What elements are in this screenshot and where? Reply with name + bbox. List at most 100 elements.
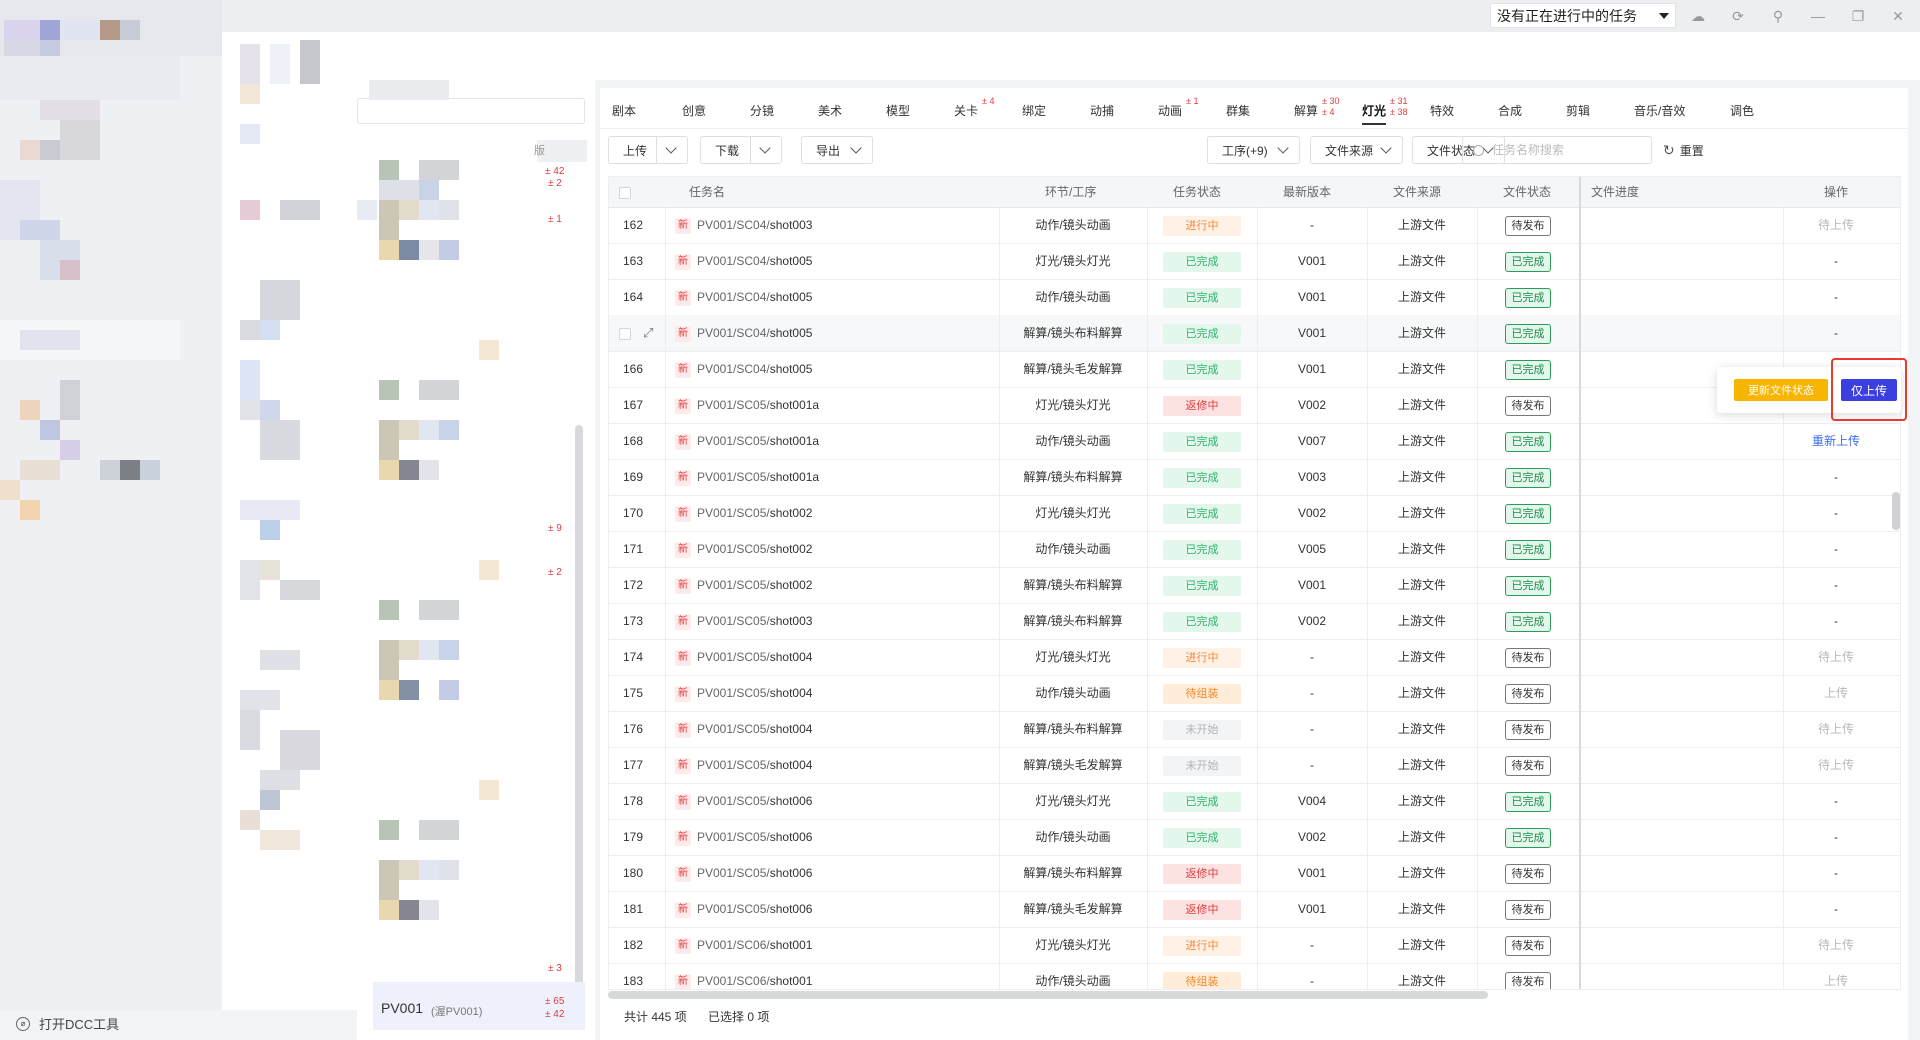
tree-scrollbar[interactable] (575, 425, 583, 1025)
table-row[interactable]: 173 新 PV001/SC05/shot003 解算/镜头布料解算 已完成 V002 上游… (609, 603, 1900, 640)
tab-5[interactable]: 关卡 ± 4 (954, 96, 994, 119)
task-name-cell[interactable]: 新 PV001/SC06/shot001 (675, 927, 812, 963)
task-name-cell[interactable]: 新 PV001/SC05/shot001a (675, 387, 819, 423)
tab-1[interactable]: 创意 (682, 102, 706, 119)
col-file-progress[interactable]: 文件进度 (1591, 177, 1639, 207)
tab-3[interactable]: 美术 (818, 102, 842, 119)
col-latest-version[interactable]: 最新版本 (1283, 177, 1331, 207)
table-row[interactable]: 162 新 PV001/SC04/shot003 动作/镜头动画 进行中 - 上游文件 待发布… (609, 207, 1900, 244)
file-state-badge[interactable]: 待发布 (1505, 647, 1551, 668)
restore-icon[interactable]: ❐ (1838, 0, 1878, 32)
tab-2[interactable]: 分镜 (750, 102, 774, 119)
task-name-cell[interactable]: 新 PV001/SC04/shot005 (675, 351, 812, 387)
file-state-badge[interactable]: 已完成 (1505, 323, 1551, 344)
file-state-badge[interactable]: 已完成 (1505, 431, 1551, 452)
table-row[interactable]: ⤢ 新 PV001/SC04/shot005 解算/镜头布料解算 已完成 V001 上游文件… (609, 315, 1900, 352)
upload-dropdown[interactable]: 上传 (608, 136, 688, 164)
tree-search-input[interactable] (357, 98, 585, 124)
task-name-cell[interactable]: 新 PV001/SC04/shot003 (675, 207, 812, 243)
task-name-cell[interactable]: 新 PV001/SC05/shot002 (675, 531, 812, 567)
table-row[interactable]: 183 新 PV001/SC06/shot001 动作/镜头动画 待组装 - 上游文件 待发布… (609, 963, 1900, 989)
task-name-cell[interactable]: 新 PV001/SC05/shot004 (675, 675, 812, 711)
file-state-badge[interactable]: 已完成 (1505, 791, 1551, 812)
task-search-input[interactable] (1490, 142, 1644, 158)
file-state-badge[interactable]: 已完成 (1505, 503, 1551, 524)
file-state-badge[interactable]: 待发布 (1505, 719, 1551, 740)
operation-cell[interactable]: 待上传 (1783, 747, 1889, 783)
file-state-badge[interactable]: 已完成 (1505, 251, 1551, 272)
task-name-cell[interactable]: 新 PV001/SC05/shot004 (675, 639, 812, 675)
cloud-off-icon[interactable]: ☁ (1678, 0, 1718, 32)
file-state-badge[interactable]: 待发布 (1505, 755, 1551, 776)
tab-7[interactable]: 动捕 (1090, 102, 1114, 119)
task-name-cell[interactable]: 新 PV001/SC06/shot001 (675, 963, 812, 989)
table-row[interactable]: 180 新 PV001/SC05/shot006 解算/镜头布料解算 返修中 V001 上游… (609, 855, 1900, 892)
tab-12[interactable]: 特效 (1430, 102, 1454, 119)
table-horizontal-scrollbar[interactable] (608, 991, 1488, 999)
export-dropdown[interactable]: 导出 (801, 136, 873, 164)
table-row[interactable]: 175 新 PV001/SC05/shot004 动作/镜头动画 待组装 - 上游文件 待发布… (609, 675, 1900, 712)
filter-source-dropdown[interactable]: 文件来源 (1310, 136, 1403, 164)
task-name-cell[interactable]: 新 PV001/SC04/shot005 (675, 279, 812, 315)
pin-icon[interactable]: ⚲ (1758, 0, 1798, 32)
table-row[interactable]: 170 新 PV001/SC05/shot002 灯光/镜头灯光 已完成 V002 上游文件… (609, 495, 1900, 532)
tab-9[interactable]: 群集 (1226, 102, 1250, 119)
file-state-badge[interactable]: 待发布 (1505, 899, 1551, 920)
operation-cell[interactable]: 待上传 (1783, 207, 1889, 243)
table-row[interactable]: 182 新 PV001/SC06/shot001 灯光/镜头灯光 进行中 - 上游文件 待发布… (609, 927, 1900, 964)
tab-6[interactable]: 绑定 (1022, 102, 1046, 119)
file-state-badge[interactable]: 已完成 (1505, 539, 1551, 560)
table-row[interactable]: 178 新 PV001/SC05/shot006 灯光/镜头灯光 已完成 V004 上游文件… (609, 783, 1900, 820)
operation-cell[interactable]: 上传 (1783, 675, 1889, 711)
update-file-state-button[interactable]: 更新文件状态 (1734, 379, 1828, 401)
file-state-badge[interactable]: 已完成 (1505, 287, 1551, 308)
reset-button[interactable]: ↻ 重置 (1663, 136, 1704, 164)
close-icon[interactable]: ✕ (1878, 0, 1918, 32)
file-state-badge[interactable]: 已完成 (1505, 575, 1551, 596)
operation-cell[interactable]: 待上传 (1783, 711, 1889, 747)
file-state-badge[interactable]: 已完成 (1505, 359, 1551, 380)
task-name-cell[interactable]: 新 PV001/SC05/shot001a (675, 423, 819, 459)
tab-0[interactable]: 剧本 (612, 102, 636, 119)
tab-11[interactable]: 灯光 ± 31 ± 38 (1362, 96, 1407, 119)
table-row[interactable]: 166 新 PV001/SC04/shot005 解算/镜头毛发解算 已完成 V001 上游… (609, 351, 1900, 388)
task-name-cell[interactable]: 新 PV001/SC04/shot005 (675, 243, 812, 279)
table-vertical-scrollbar[interactable] (1892, 492, 1900, 530)
table-row[interactable]: 164 新 PV001/SC04/shot005 动作/镜头动画 已完成 V001 上游文件… (609, 279, 1900, 316)
tab-16[interactable]: 调色 (1730, 102, 1754, 119)
project-item-pv001[interactable]: PV001 (渥PV001) ± 65 ± 42 (373, 982, 585, 1030)
col-file-source[interactable]: 文件来源 (1393, 177, 1441, 207)
task-name-cell[interactable]: 新 PV001/SC05/shot004 (675, 711, 812, 747)
filter-step-dropdown[interactable]: 工序(+9) (1207, 136, 1300, 164)
download-dropdown[interactable]: 下载 (700, 136, 782, 164)
expand-icon[interactable]: ⤢ (643, 315, 653, 351)
operation-cell[interactable]: 待上传 (1783, 927, 1889, 963)
task-name-cell[interactable]: 新 PV001/SC05/shot004 (675, 747, 812, 783)
open-dcc-tools-button[interactable]: ⌀ 打开DCC工具 (16, 1014, 119, 1033)
task-name-cell[interactable]: 新 PV001/SC05/shot006 (675, 891, 812, 927)
table-row[interactable]: 174 新 PV001/SC05/shot004 灯光/镜头灯光 进行中 - 上游文件 待发布… (609, 639, 1900, 676)
tab-14[interactable]: 剪辑 (1566, 102, 1590, 119)
table-row[interactable]: 171 新 PV001/SC05/shot002 动作/镜头动画 已完成 V005 上游文件… (609, 531, 1900, 568)
file-state-badge[interactable]: 待发布 (1505, 215, 1551, 236)
minimize-icon[interactable]: — (1798, 0, 1838, 32)
table-row[interactable]: 177 新 PV001/SC05/shot004 解算/镜头毛发解算 未开始 - 上游文件 待… (609, 747, 1900, 784)
task-name-cell[interactable]: 新 PV001/SC05/shot003 (675, 603, 812, 639)
table-row[interactable]: 172 新 PV001/SC05/shot002 解算/镜头布料解算 已完成 V001 上游… (609, 567, 1900, 604)
table-row[interactable]: 169 新 PV001/SC05/shot001a 解算/镜头布料解算 已完成 V003 上… (609, 459, 1900, 496)
task-name-cell[interactable]: 新 PV001/SC05/shot006 (675, 783, 812, 819)
tab-8[interactable]: 动画 ± 1 (1158, 96, 1198, 119)
file-state-badge[interactable]: 已完成 (1505, 467, 1551, 488)
operation-cell[interactable]: 重新上传 (1783, 423, 1889, 459)
file-state-badge[interactable]: 已完成 (1505, 611, 1551, 632)
table-row[interactable]: 163 新 PV001/SC04/shot005 灯光/镜头灯光 已完成 V001 上游文件… (609, 243, 1900, 280)
col-task-status[interactable]: 任务状态 (1173, 177, 1221, 207)
tab-4[interactable]: 模型 (886, 102, 910, 119)
col-step[interactable]: 环节/工序 (1045, 177, 1096, 207)
refresh-icon[interactable]: ⟳ (1718, 0, 1758, 32)
table-row[interactable]: 181 新 PV001/SC05/shot006 解算/镜头毛发解算 返修中 V001 上游… (609, 891, 1900, 928)
file-state-badge[interactable]: 待发布 (1505, 683, 1551, 704)
operation-cell[interactable]: 上传 (1783, 963, 1889, 989)
row-checkbox[interactable] (619, 315, 631, 351)
tab-13[interactable]: 合成 (1498, 102, 1522, 119)
